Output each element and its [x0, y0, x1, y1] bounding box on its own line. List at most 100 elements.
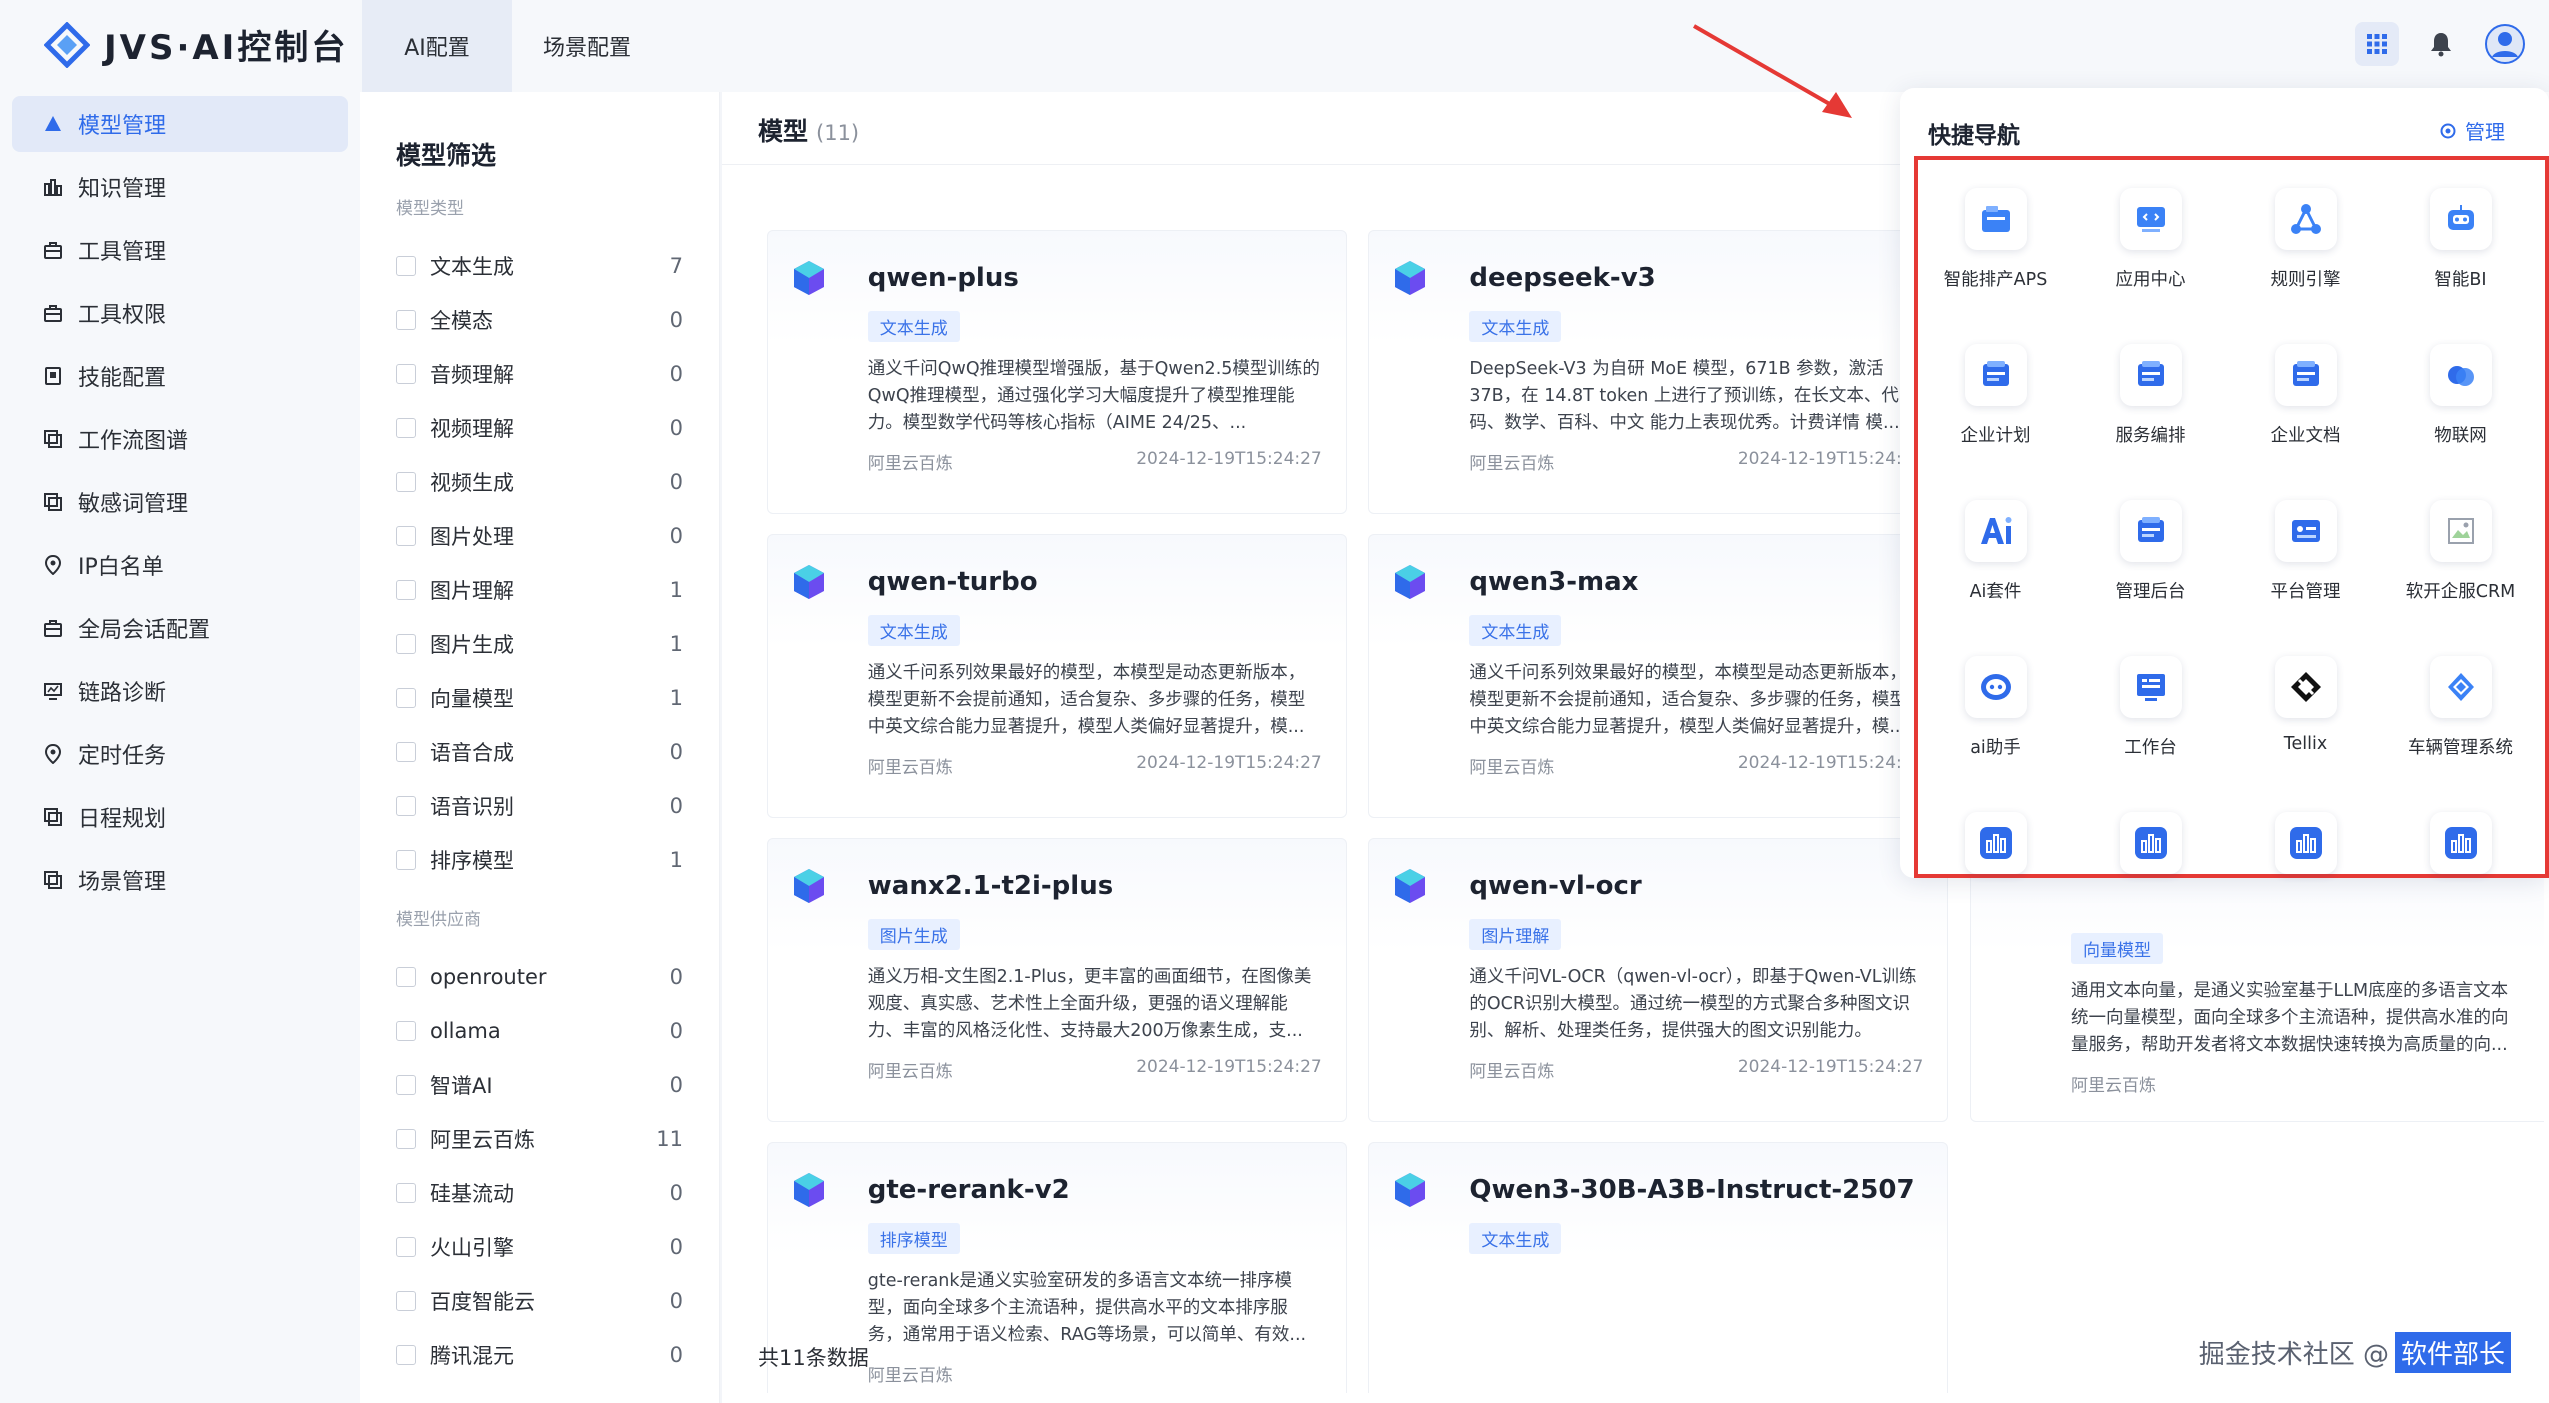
checkbox[interactable]	[396, 1183, 416, 1203]
sidebar-item-11[interactable]: 日程规划	[12, 789, 348, 845]
sidebar-item-7[interactable]: IP白名单	[12, 537, 348, 593]
quick-nav-item[interactable]	[2383, 804, 2538, 960]
checkbox[interactable]	[396, 1291, 416, 1311]
model-type-filter-row[interactable]: 图片处理 0	[396, 509, 683, 563]
checkbox[interactable]	[396, 580, 416, 600]
model-type-filter-row[interactable]: 视频理解 0	[396, 401, 683, 455]
provider-filter-row[interactable]: 智谱AI 0	[396, 1058, 683, 1112]
checkbox[interactable]	[396, 634, 416, 654]
provider-filter-row[interactable]: ollama 0	[396, 1004, 683, 1058]
model-date: 2024-12-19T15:24:27	[1136, 1057, 1322, 1078]
manage-button[interactable]: 管理	[2439, 116, 2505, 145]
checkbox[interactable]	[396, 364, 416, 384]
checkbox[interactable]	[396, 967, 416, 987]
bell-icon[interactable]	[2419, 22, 2463, 66]
model-card[interactable]: qwen-vl-ocr 图片理解 通义千问VL-OCR（qwen-vl-ocr），即…	[1368, 838, 1949, 1123]
quick-nav-item[interactable]: 企业计划	[1918, 336, 2073, 492]
model-card[interactable]: deepseek-v3 文本生成 DeepSeek-V3 为自研 MoE 模型，67…	[1368, 230, 1949, 515]
checkbox[interactable]	[396, 1075, 416, 1095]
quick-nav-item[interactable]: 应用中心	[2073, 180, 2228, 336]
filter-count: 0	[669, 470, 683, 494]
sidebar-item-3[interactable]: 工具权限	[12, 285, 348, 341]
checkbox[interactable]	[396, 256, 416, 276]
checkbox[interactable]	[396, 526, 416, 546]
checkbox[interactable]	[396, 418, 416, 438]
model-card[interactable]: wanx2.1-t2i-plus 图片生成 通义万相-文生图2.1-Plus，更丰富…	[766, 838, 1347, 1123]
sidebar-item-12[interactable]: 场景管理	[12, 852, 348, 908]
header-actions	[2355, 22, 2527, 66]
quick-nav-item[interactable]: Ai套件	[1918, 492, 2073, 648]
model-card[interactable]: qwen-plus 文本生成 通义千问QwQ推理模型增强版，基于Qwen2.5模型训…	[766, 230, 1347, 515]
sidebar-item-10[interactable]: 定时任务	[12, 726, 348, 782]
sidebar-item-2[interactable]: 工具管理	[12, 222, 348, 278]
checkbox[interactable]	[396, 1129, 416, 1149]
model-type-filter-row[interactable]: 排序模型 1	[396, 833, 683, 887]
provider-filter-row[interactable]: 腾讯混元 0	[396, 1328, 683, 1382]
checkbox[interactable]	[396, 1237, 416, 1257]
model-type-filter-row[interactable]: 视频生成 0	[396, 455, 683, 509]
user-avatar-icon[interactable]	[2483, 22, 2527, 66]
quick-nav-item[interactable]: ai助手	[1918, 648, 2073, 804]
model-type-filter-row[interactable]: 向量模型 1	[396, 671, 683, 725]
quick-nav-item[interactable]	[2073, 804, 2228, 960]
model-type-filter-row[interactable]: 图片生成 1	[396, 617, 683, 671]
quick-nav-item[interactable]: Tellix	[2228, 648, 2383, 804]
model-type-filter-row[interactable]: 语音合成 0	[396, 725, 683, 779]
provider-filter-row[interactable]: 火山引擎 0	[396, 1220, 683, 1274]
model-type-filter-row[interactable]: 全模态 0	[396, 293, 683, 347]
provider-filter-row[interactable]: 硅基流动 0	[396, 1166, 683, 1220]
sidebar-item-0[interactable]: 模型管理	[12, 96, 348, 152]
sidebar-item-5[interactable]: 工作流图谱	[12, 411, 348, 467]
quick-nav-item[interactable]: 企业文档	[2228, 336, 2383, 492]
tab-scene-config[interactable]: 场景配置	[512, 0, 662, 92]
sidebar-item-6[interactable]: 敏感词管理	[12, 474, 348, 530]
model-description: DeepSeek-V3 为自研 MoE 模型，671B 参数，激活 37B，在 …	[1469, 359, 1900, 434]
checkbox[interactable]	[396, 688, 416, 708]
tab-ai-config[interactable]: AI配置	[362, 0, 512, 92]
model-card[interactable]: Qwen3-30B-A3B-Instruct-2507 文本生成	[1368, 1142, 1949, 1393]
model-type-filter-row[interactable]: 图片理解 1	[396, 563, 683, 617]
checkbox[interactable]	[396, 796, 416, 816]
model-name: qwen-plus	[867, 263, 1019, 294]
checkbox[interactable]	[396, 850, 416, 870]
quick-nav-item[interactable]: 智能BI	[2383, 180, 2538, 336]
provider-filter-row[interactable]: openrouter 0	[396, 950, 683, 1004]
sidebar-item-4[interactable]: 技能配置	[12, 348, 348, 404]
workbench-icon	[2119, 656, 2182, 718]
checkbox[interactable]	[396, 742, 416, 762]
quick-nav-item[interactable]: 规则引擎	[2228, 180, 2383, 336]
provider-filter-row[interactable]: 百度智能云 0	[396, 1274, 683, 1328]
checkbox[interactable]	[396, 1021, 416, 1041]
filter-label: 阿里云百炼	[430, 1128, 535, 1152]
checkbox[interactable]	[396, 472, 416, 492]
model-type-filter-row[interactable]: 文本生成 7	[396, 239, 683, 293]
quick-nav-label: 平台管理	[2270, 582, 2341, 602]
quick-nav-item[interactable]: 软开企服CRM	[2383, 492, 2538, 648]
quick-nav-item[interactable]: 管理后台	[2073, 492, 2228, 648]
apps-grid-icon[interactable]	[2355, 22, 2399, 66]
app-logo[interactable]: JVS·AI控制台	[44, 20, 348, 69]
model-card[interactable]: qwen3-max 文本生成 通义千问系列效果最好的模型，本模型是动态更新版本，模型…	[1368, 534, 1949, 819]
quick-nav-item[interactable]: 工作台	[2073, 648, 2228, 804]
quick-nav-item[interactable]: 智能排产APS	[1918, 180, 2073, 336]
model-type-filter-row[interactable]: 音频理解 0	[396, 347, 683, 401]
quick-nav-item[interactable]: 车辆管理系统	[2383, 648, 2538, 804]
model-card[interactable]: qwen-turbo 文本生成 通义千问系列效果最好的模型，本模型是动态更新版本，模…	[766, 534, 1347, 819]
quick-nav-item[interactable]: 服务编排	[2073, 336, 2228, 492]
checkbox[interactable]	[396, 310, 416, 330]
provider-filter-row[interactable]: 阿里云百炼 11	[396, 1112, 683, 1166]
quick-nav-item[interactable]: 平台管理	[2228, 492, 2383, 648]
quick-nav-label: 服务编排	[2115, 426, 2186, 446]
sidebar-item-1[interactable]: 知识管理	[12, 159, 348, 215]
checkbox[interactable]	[396, 1345, 416, 1365]
quick-nav-label: 智能BI	[2434, 270, 2487, 290]
quick-nav-label: 规则引擎	[2270, 270, 2341, 290]
quick-nav-item[interactable]	[2228, 804, 2383, 960]
sidebar-item-9[interactable]: 链路诊断	[12, 663, 348, 719]
quick-nav-item[interactable]	[1918, 804, 2073, 960]
aps-icon	[1964, 188, 2027, 250]
model-name: qwen3-max	[1469, 567, 1639, 598]
model-type-filter-row[interactable]: 语音识别 0	[396, 779, 683, 833]
sidebar-item-8[interactable]: 全局会话配置	[12, 600, 348, 656]
quick-nav-item[interactable]: 物联网	[2383, 336, 2538, 492]
